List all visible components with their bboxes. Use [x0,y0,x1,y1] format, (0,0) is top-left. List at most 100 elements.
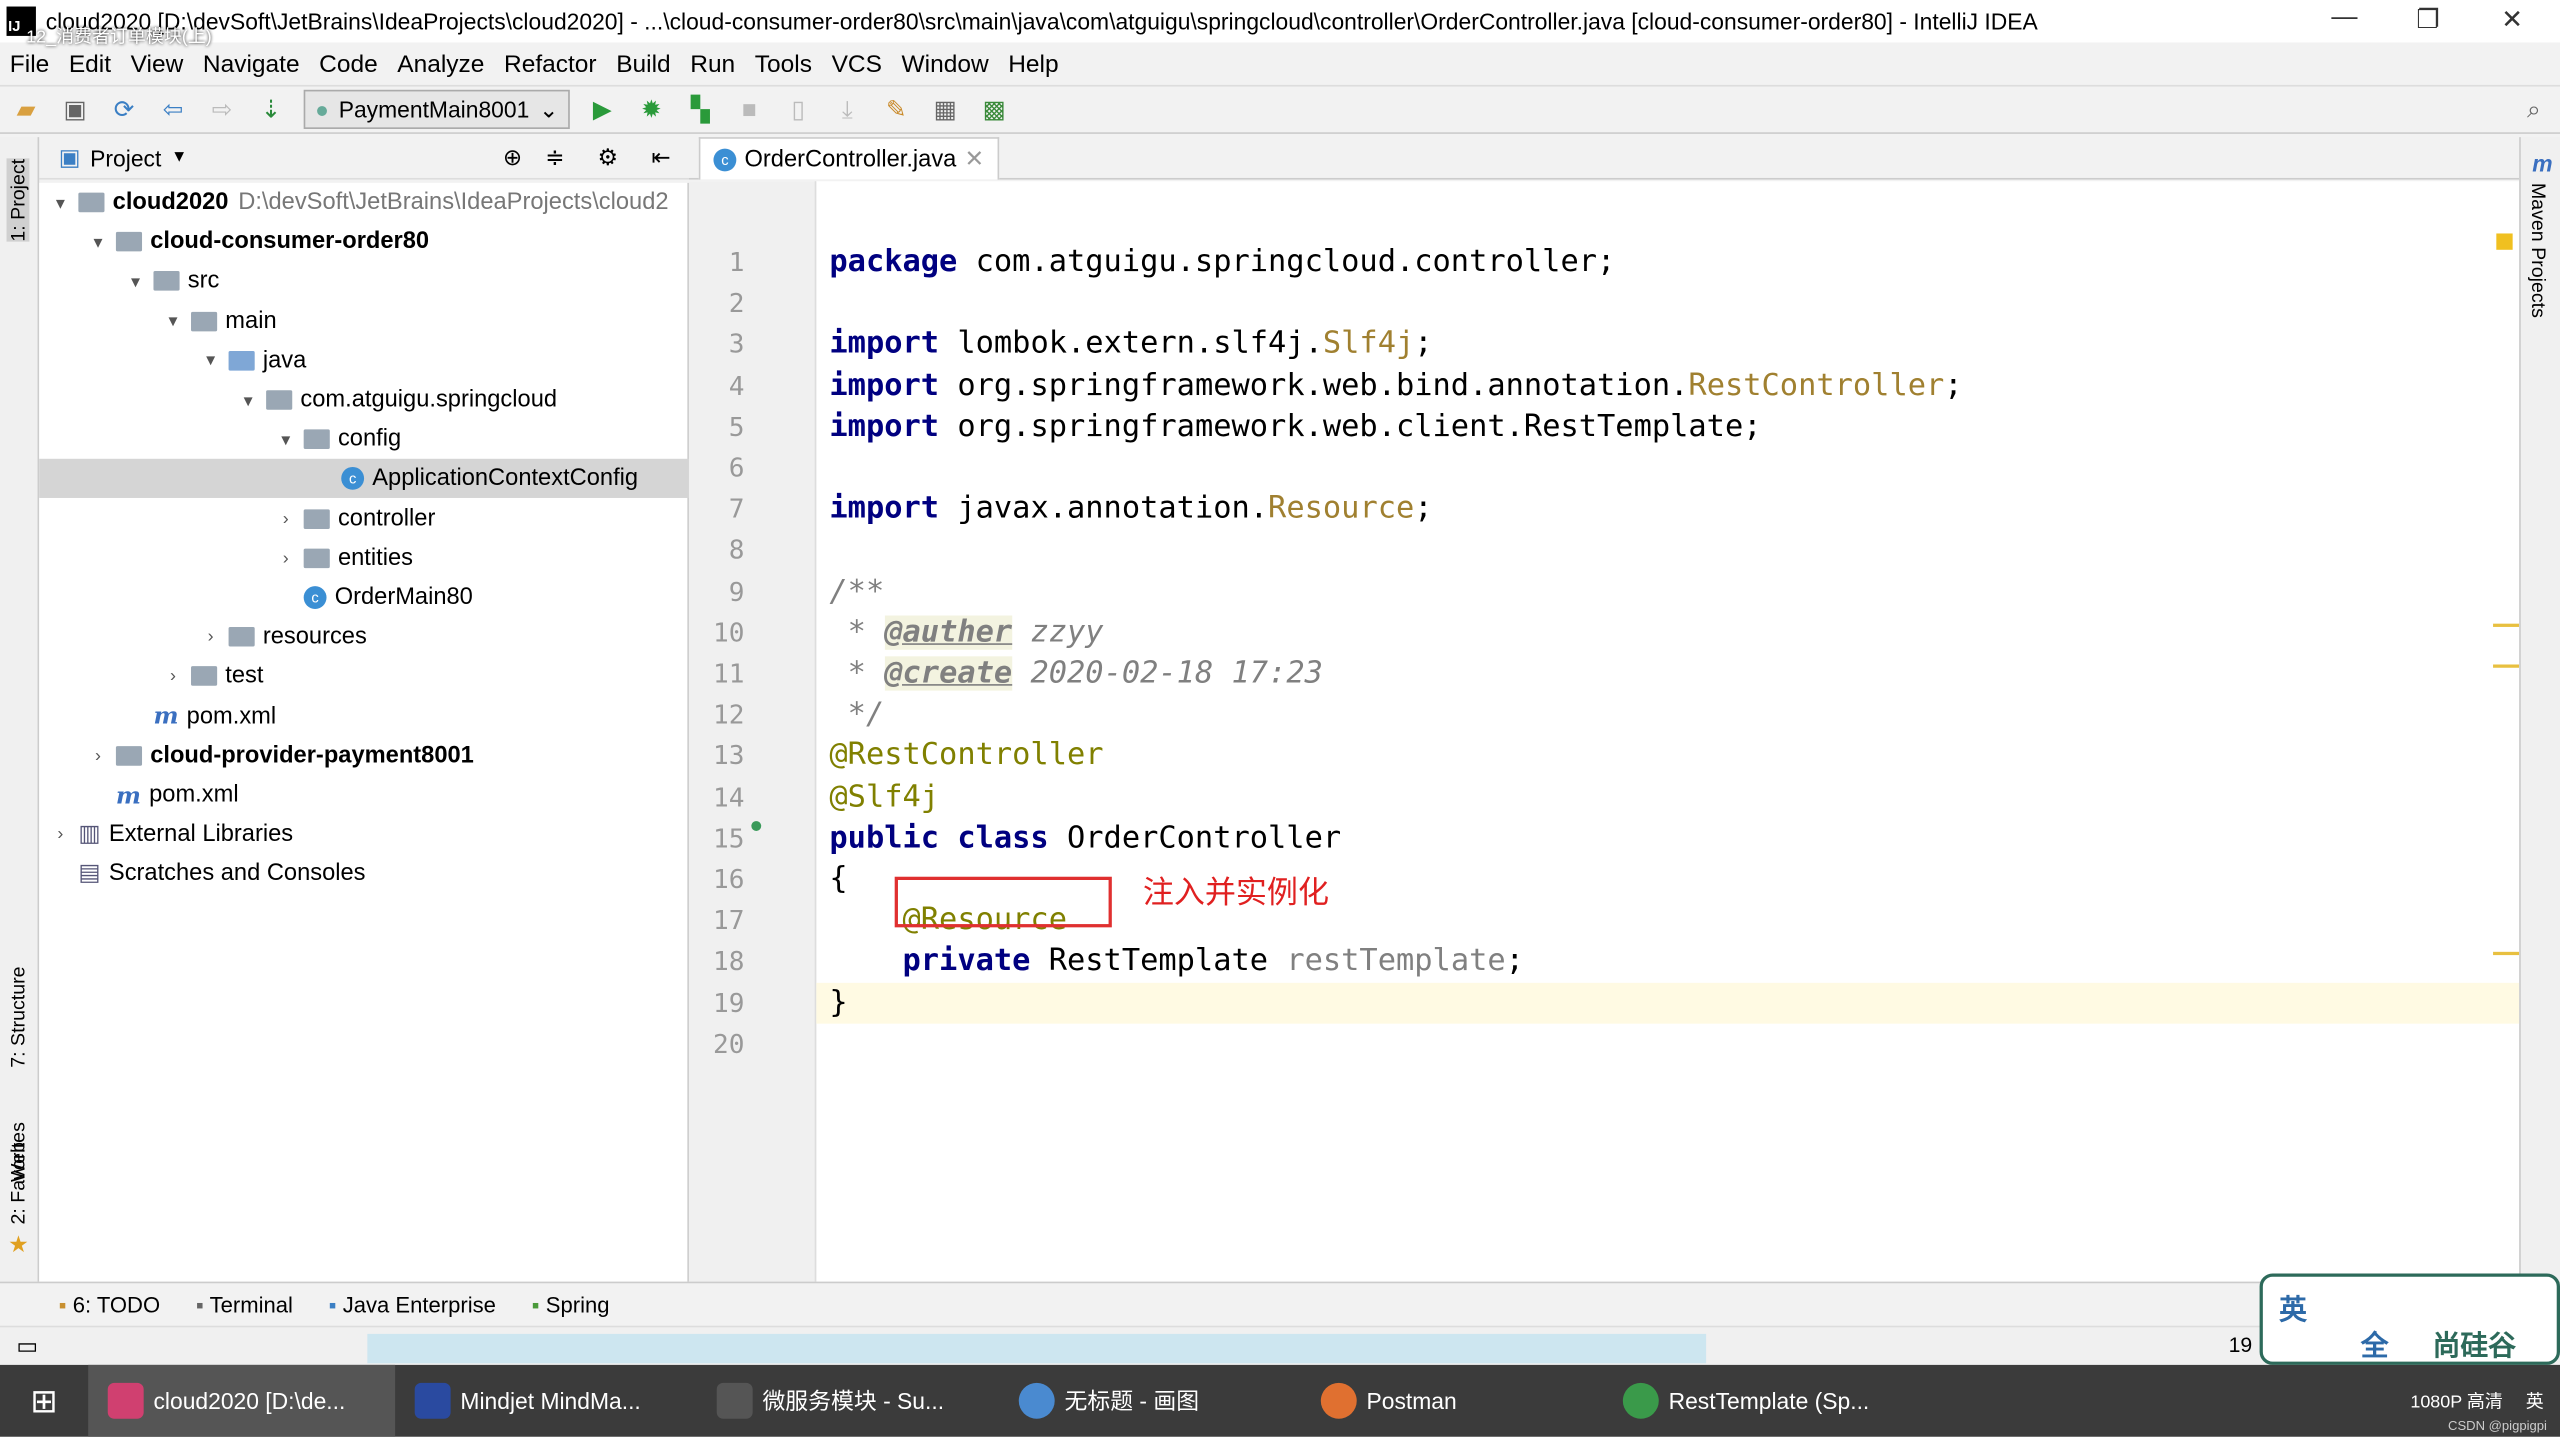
close-tab-icon[interactable]: ✕ [964,146,984,172]
code-line[interactable]: { [829,859,847,900]
run-icon[interactable]: ▶ [586,95,619,124]
restore-button[interactable]: ❐ [2416,3,2439,36]
save-icon[interactable]: ▣ [59,95,92,124]
chevron-right-icon[interactable]: › [162,667,185,687]
menu-edit[interactable]: Edit [69,50,111,78]
maven-projects-tool-button[interactable]: Maven Projects [2527,183,2550,318]
taskbar-item[interactable]: 微服务模块 - Su... [697,1365,999,1437]
code-line[interactable]: package com.atguigu.springcloud.controll… [829,242,1615,283]
menu-window[interactable]: Window [902,50,989,78]
chevron-right-icon[interactable]: › [274,548,297,568]
tree-item[interactable]: ▾ main [39,301,689,340]
project-tool-button[interactable]: 1: Project [6,158,30,242]
open-icon[interactable]: ▰ [10,95,43,124]
code-line[interactable]: import javax.annotation.Resource; [829,488,1432,529]
close-button[interactable]: ✕ [2501,3,2523,36]
vcs-commit-icon[interactable]: ⤓ [831,95,864,124]
menu-file[interactable]: File [10,50,49,78]
chevron-down-icon[interactable]: ▾ [49,192,72,213]
code-line[interactable]: @RestController [829,735,1103,776]
error-stripe-mark[interactable] [2493,664,2520,668]
windows-start-icon[interactable]: ⊞ [0,1380,88,1421]
chevron-down-icon[interactable]: ▾ [162,310,185,332]
menu-vcs[interactable]: VCS [832,50,882,78]
inspection-status-icon[interactable] [2496,233,2513,250]
search-icon[interactable]: ⌕ [2518,95,2551,124]
tree-item[interactable]: › entities [39,538,689,577]
tree-item[interactable]: › cloud-provider-payment8001 [39,736,689,775]
favorites-tool-button[interactable]: 2: Favorites [7,1122,30,1224]
chevron-down-icon[interactable]: ▾ [237,389,260,411]
code-line[interactable]: public class OrderController [829,818,1341,859]
build-icon[interactable]: ⇣ [255,95,288,124]
code-line[interactable]: */ [829,694,885,735]
error-stripe-mark[interactable] [2493,623,2520,627]
chevron-right-icon[interactable]: › [49,825,72,845]
tool-window--todo[interactable]: ▪ 6: TODO [59,1292,160,1316]
taskbar-item[interactable]: Postman [1301,1365,1603,1437]
code-editor[interactable]: 1 2 3 4 5 6 7 8 9 10 11 12 13 14 15 16 17 18 19 20 package … [688,181,2520,1282]
chevron-right-icon[interactable]: › [274,509,297,529]
tree-item[interactable]: c OrderMain80 [39,578,689,617]
error-stripe-mark[interactable] [2493,951,2520,956]
ime-toolbar[interactable]: 英 全 尚硅谷 [2259,1273,2560,1365]
taskbar-item[interactable]: 无标题 - 画图 [999,1365,1301,1437]
tree-item[interactable]: › resources [39,617,689,656]
code-line[interactable]: import org.springframework.web.client.Re… [829,406,1761,447]
chevron-down-icon[interactable]: ▼ [171,149,187,167]
taskbar-item[interactable]: cloud2020 [D:\de... [88,1364,396,1437]
back-icon[interactable]: ⇦ [157,95,190,124]
menu-analyze[interactable]: Analyze [397,50,484,78]
debug-icon[interactable]: ✹ [635,95,668,124]
minimize-button[interactable]: — [2331,3,2357,32]
ime-mode[interactable]: 全 [2361,1322,2389,1363]
tray-item[interactable]: 英 [2526,1388,2544,1414]
project-view-select[interactable]: Project [90,144,161,170]
tree-item[interactable]: ▾ cloud-consumer-order80 [39,222,689,261]
line-position[interactable]: 19 [2229,1332,2253,1356]
ime-lang[interactable]: 英 [2279,1295,2307,1326]
code-line[interactable]: } [829,982,847,1023]
tree-item[interactable]: ▾ com.atguigu.springcloud [39,380,689,419]
taskbar-item[interactable]: Mindjet MindMa... [395,1365,697,1437]
locate-icon[interactable]: ⊕ [503,144,522,172]
tree-item[interactable]: m pom.xml [39,696,689,735]
tray-item[interactable]: 1080P 高清 [2410,1388,2503,1414]
tree-item[interactable]: m pom.xml [39,776,689,815]
menu-run[interactable]: Run [690,50,735,78]
gear-icon[interactable]: ⚙ [598,144,619,172]
tree-item[interactable]: ▤ Scratches and Consoles [39,855,689,894]
chevron-down-icon[interactable]: ▾ [274,429,297,451]
tree-item[interactable]: › controller [39,499,689,538]
tree-item[interactable]: ▾ java [39,341,689,380]
tab-ordercontroller[interactable]: c OrderController.java ✕ [698,137,1000,180]
menu-navigate[interactable]: Navigate [203,50,300,78]
tree-item[interactable]: ▾ src [39,262,689,301]
tool-window-spring[interactable]: ▪ Spring [532,1292,610,1316]
code-line[interactable]: /** [829,571,884,612]
menu-refactor[interactable]: Refactor [504,50,597,78]
code-line[interactable]: import org.springframework.web.bind.anno… [829,365,1962,406]
menu-code[interactable]: Code [319,50,378,78]
sdk-icon[interactable]: ▩ [978,95,1011,124]
code-line[interactable]: @Slf4j [829,776,939,817]
chevron-down-icon[interactable]: ▾ [199,350,222,372]
tool-window-java-enterprise[interactable]: ▪ Java Enterprise [329,1292,496,1316]
chevron-right-icon[interactable]: › [87,746,110,766]
chevron-down-icon[interactable]: ▾ [124,271,147,292]
menu-build[interactable]: Build [616,50,670,78]
chevron-right-icon[interactable]: › [199,627,222,647]
settings-icon[interactable]: ✎ [880,95,913,124]
code-line[interactable]: * @auther zzyy [829,612,1104,653]
hide-icon[interactable]: ⇤ [651,144,670,172]
code-line[interactable]: * @create 2020-02-18 17:23 [829,653,1323,694]
tool-window-terminal[interactable]: ▪ Terminal [196,1292,293,1316]
tree-item[interactable]: › ▥ External Libraries [39,815,689,854]
forward-icon[interactable]: ⇨ [206,95,239,124]
toggle-tool-windows-icon[interactable]: ▭ [16,1332,38,1360]
collapse-icon[interactable]: ≑ [545,144,564,172]
coverage-icon[interactable]: ▚ [684,95,717,124]
spring-bean-gutter-icon[interactable]: ● [749,811,763,837]
structure-tool-button[interactable]: 7: Structure [7,966,30,1067]
tree-item[interactable]: c ApplicationContextConfig [39,459,689,499]
